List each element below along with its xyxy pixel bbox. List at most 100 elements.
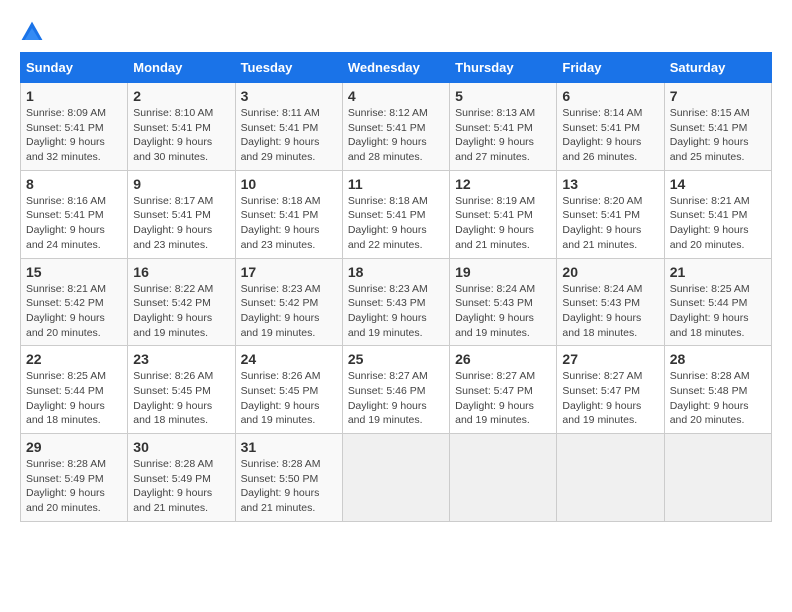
calendar-cell: 25 Sunrise: 8:27 AMSunset: 5:46 PMDayligh… (342, 346, 449, 434)
day-number: 27 (562, 351, 658, 367)
calendar-cell: 18Sunrise: 8:23 AMSunset: 5:43 PMDayligh… (342, 258, 449, 346)
day-info: Sunrise: 8:23 AMSunset: 5:42 PMDaylight:… (241, 282, 337, 341)
day-info: Sunrise: 8:27 AMSunset: 5:46 PMDaylight:… (348, 369, 444, 428)
week-row-1: 1 Sunrise: 8:09 AMSunset: 5:41 PMDaylight… (21, 83, 772, 171)
day-info: Sunrise: 8:20 AMSunset: 5:41 PMDaylight:… (562, 194, 658, 253)
calendar-cell: 21 Sunrise: 8:25 AMSunset: 5:44 PMDayligh… (664, 258, 771, 346)
col-header-tuesday: Tuesday (235, 53, 342, 83)
day-info: Sunrise: 8:19 AMSunset: 5:41 PMDaylight:… (455, 194, 551, 253)
day-info: Sunrise: 8:28 AMSunset: 5:50 PMDaylight:… (241, 457, 337, 516)
day-info: Sunrise: 8:10 AMSunset: 5:41 PMDaylight:… (133, 106, 229, 165)
calendar-cell: 4 Sunrise: 8:12 AMSunset: 5:41 PMDaylight… (342, 83, 449, 171)
day-number: 2 (133, 88, 229, 104)
day-number: 29 (26, 439, 122, 455)
day-number: 15 (26, 264, 122, 280)
day-info: Sunrise: 8:16 AMSunset: 5:41 PMDaylight:… (26, 194, 122, 253)
calendar-cell: 30 Sunrise: 8:28 AMSunset: 5:49 PMDayligh… (128, 434, 235, 522)
calendar-cell: 13 Sunrise: 8:20 AMSunset: 5:41 PMDayligh… (557, 170, 664, 258)
day-number: 4 (348, 88, 444, 104)
calendar-cell: 22 Sunrise: 8:25 AMSunset: 5:44 PMDayligh… (21, 346, 128, 434)
day-info: Sunrise: 8:28 AMSunset: 5:49 PMDaylight:… (133, 457, 229, 516)
day-number: 11 (348, 176, 444, 192)
calendar-cell (450, 434, 557, 522)
calendar-cell: 17 Sunrise: 8:23 AMSunset: 5:42 PMDayligh… (235, 258, 342, 346)
day-number: 20 (562, 264, 658, 280)
day-info: Sunrise: 8:22 AMSunset: 5:42 PMDaylight:… (133, 282, 229, 341)
week-row-5: 29 Sunrise: 8:28 AMSunset: 5:49 PMDayligh… (21, 434, 772, 522)
calendar-cell: 3 Sunrise: 8:11 AMSunset: 5:41 PMDaylight… (235, 83, 342, 171)
calendar-cell: 8 Sunrise: 8:16 AMSunset: 5:41 PMDaylight… (21, 170, 128, 258)
day-number: 28 (670, 351, 766, 367)
day-info: Sunrise: 8:13 AMSunset: 5:41 PMDaylight:… (455, 106, 551, 165)
col-header-wednesday: Wednesday (342, 53, 449, 83)
day-number: 22 (26, 351, 122, 367)
day-info: Sunrise: 8:09 AMSunset: 5:41 PMDaylight:… (26, 106, 122, 165)
day-number: 6 (562, 88, 658, 104)
day-number: 8 (26, 176, 122, 192)
day-number: 25 (348, 351, 444, 367)
day-info: Sunrise: 8:18 AMSunset: 5:41 PMDaylight:… (241, 194, 337, 253)
day-info: Sunrise: 8:26 AMSunset: 5:45 PMDaylight:… (241, 369, 337, 428)
day-info: Sunrise: 8:26 AMSunset: 5:45 PMDaylight:… (133, 369, 229, 428)
calendar-cell (342, 434, 449, 522)
day-info: Sunrise: 8:21 AMSunset: 5:41 PMDaylight:… (670, 194, 766, 253)
col-header-monday: Monday (128, 53, 235, 83)
col-header-sunday: Sunday (21, 53, 128, 83)
day-number: 30 (133, 439, 229, 455)
week-row-4: 22 Sunrise: 8:25 AMSunset: 5:44 PMDayligh… (21, 346, 772, 434)
day-info: Sunrise: 8:24 AMSunset: 5:43 PMDaylight:… (562, 282, 658, 341)
calendar-cell: 12 Sunrise: 8:19 AMSunset: 5:41 PMDayligh… (450, 170, 557, 258)
header (20, 20, 772, 44)
day-info: Sunrise: 8:12 AMSunset: 5:41 PMDaylight:… (348, 106, 444, 165)
day-number: 16 (133, 264, 229, 280)
day-number: 26 (455, 351, 551, 367)
calendar-cell: 2 Sunrise: 8:10 AMSunset: 5:41 PMDaylight… (128, 83, 235, 171)
calendar-cell: 10 Sunrise: 8:18 AMSunset: 5:41 PMDayligh… (235, 170, 342, 258)
day-info: Sunrise: 8:17 AMSunset: 5:41 PMDaylight:… (133, 194, 229, 253)
day-info: Sunrise: 8:23 AMSunset: 5:43 PMDaylight:… (348, 282, 444, 341)
calendar-cell: 26 Sunrise: 8:27 AMSunset: 5:47 PMDayligh… (450, 346, 557, 434)
logo-icon (20, 20, 44, 44)
day-number: 9 (133, 176, 229, 192)
calendar-cell: 7Sunrise: 8:15 AMSunset: 5:41 PMDaylight… (664, 83, 771, 171)
day-info: Sunrise: 8:11 AMSunset: 5:41 PMDaylight:… (241, 106, 337, 165)
day-number: 13 (562, 176, 658, 192)
day-number: 1 (26, 88, 122, 104)
calendar-cell: 23Sunrise: 8:26 AMSunset: 5:45 PMDayligh… (128, 346, 235, 434)
calendar-cell: 27 Sunrise: 8:27 AMSunset: 5:47 PMDayligh… (557, 346, 664, 434)
day-info: Sunrise: 8:27 AMSunset: 5:47 PMDaylight:… (455, 369, 551, 428)
week-row-2: 8 Sunrise: 8:16 AMSunset: 5:41 PMDaylight… (21, 170, 772, 258)
day-number: 14 (670, 176, 766, 192)
day-info: Sunrise: 8:21 AMSunset: 5:42 PMDaylight:… (26, 282, 122, 341)
calendar-cell: 14 Sunrise: 8:21 AMSunset: 5:41 PMDayligh… (664, 170, 771, 258)
calendar-cell: 28 Sunrise: 8:28 AMSunset: 5:48 PMDayligh… (664, 346, 771, 434)
calendar-cell: 31 Sunrise: 8:28 AMSunset: 5:50 PMDayligh… (235, 434, 342, 522)
day-info: Sunrise: 8:28 AMSunset: 5:49 PMDaylight:… (26, 457, 122, 516)
calendar-cell: 1 Sunrise: 8:09 AMSunset: 5:41 PMDaylight… (21, 83, 128, 171)
calendar-table: SundayMondayTuesdayWednesdayThursdayFrid… (20, 52, 772, 522)
day-number: 10 (241, 176, 337, 192)
calendar-cell (664, 434, 771, 522)
day-info: Sunrise: 8:24 AMSunset: 5:43 PMDaylight:… (455, 282, 551, 341)
calendar-cell: 11Sunrise: 8:18 AMSunset: 5:41 PMDayligh… (342, 170, 449, 258)
col-header-thursday: Thursday (450, 53, 557, 83)
day-info: Sunrise: 8:25 AMSunset: 5:44 PMDaylight:… (670, 282, 766, 341)
calendar-cell: 6Sunrise: 8:14 AMSunset: 5:41 PMDaylight… (557, 83, 664, 171)
day-number: 3 (241, 88, 337, 104)
calendar-cell: 16 Sunrise: 8:22 AMSunset: 5:42 PMDayligh… (128, 258, 235, 346)
day-info: Sunrise: 8:28 AMSunset: 5:48 PMDaylight:… (670, 369, 766, 428)
day-number: 17 (241, 264, 337, 280)
day-number: 31 (241, 439, 337, 455)
col-header-saturday: Saturday (664, 53, 771, 83)
calendar-cell (557, 434, 664, 522)
day-number: 24 (241, 351, 337, 367)
day-info: Sunrise: 8:25 AMSunset: 5:44 PMDaylight:… (26, 369, 122, 428)
day-number: 12 (455, 176, 551, 192)
col-header-friday: Friday (557, 53, 664, 83)
calendar-cell: 9 Sunrise: 8:17 AMSunset: 5:41 PMDaylight… (128, 170, 235, 258)
day-info: Sunrise: 8:27 AMSunset: 5:47 PMDaylight:… (562, 369, 658, 428)
calendar-cell: 29 Sunrise: 8:28 AMSunset: 5:49 PMDayligh… (21, 434, 128, 522)
calendar-cell: 20 Sunrise: 8:24 AMSunset: 5:43 PMDayligh… (557, 258, 664, 346)
day-number: 19 (455, 264, 551, 280)
day-number: 21 (670, 264, 766, 280)
